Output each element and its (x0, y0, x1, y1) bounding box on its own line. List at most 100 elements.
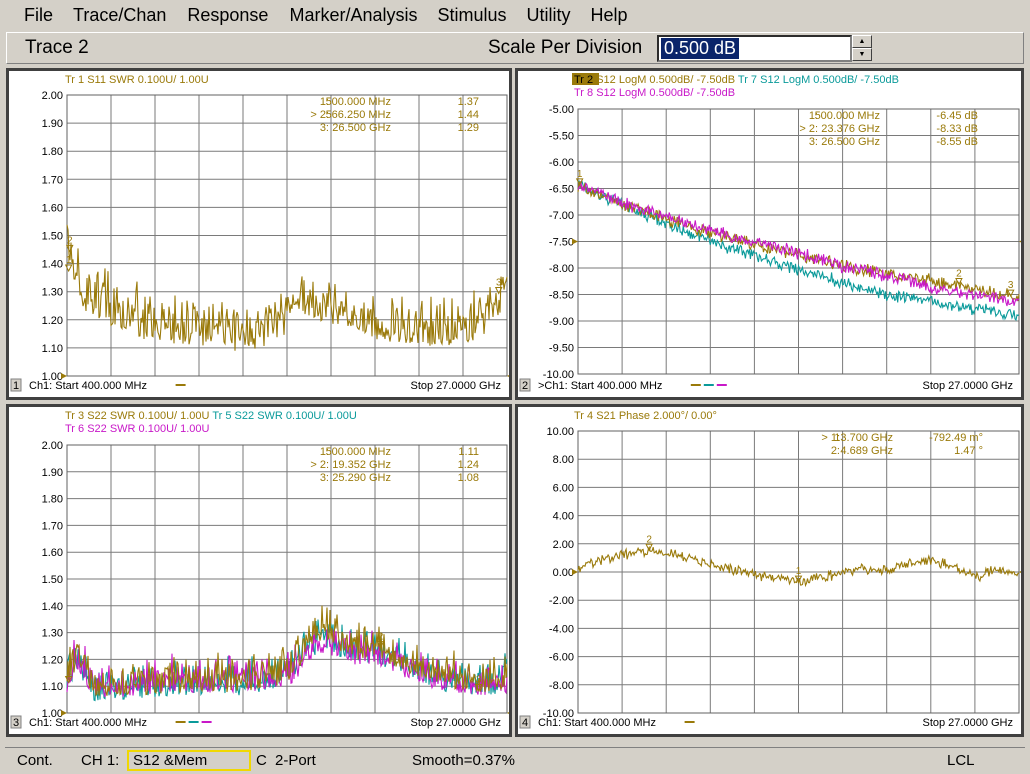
y-tick-label: 1.70 (42, 174, 63, 186)
y-tick-label: -7.50 (549, 237, 574, 249)
y-tick-label: 1.20 (42, 654, 63, 666)
y-tick-label: -6.50 (549, 184, 574, 196)
marker-readout-freq: 19.352 GHz (332, 459, 391, 471)
y-tick-label: 2.00 (553, 539, 574, 551)
marker-number: 2 (646, 534, 652, 545)
cal-set-indicator[interactable]: S12 &Mem (127, 750, 251, 771)
y-tick-label: -5.00 (549, 104, 574, 116)
status-bar: Cont. CH 1: S12 &Mem C 2-Port Smooth=0.3… (5, 747, 1025, 772)
trace-window-4[interactable]: Tr 4 S21 Phase 2.000°/ 0.00° 10.00 8.00 6.0… (515, 404, 1024, 737)
port-config: 2-Port (275, 752, 316, 769)
y-tick-label: 1.40 (42, 601, 63, 613)
stop-frequency: Stop 27.0000 GHz (410, 717, 501, 729)
marker-readout-value: 1.37 (458, 96, 479, 108)
y-tick-label: -7.00 (549, 210, 574, 222)
window-number: 2 (522, 380, 528, 392)
window-number: 1 (13, 380, 19, 392)
y-tick-label: -4.00 (549, 623, 574, 635)
active-trace-label: Trace 2 (25, 37, 89, 58)
y-tick-label: 1.80 (42, 146, 63, 158)
start-frequency: >Ch1: Start 400.000 MHz (538, 380, 662, 392)
marker-number: 1 (66, 255, 72, 266)
y-tick-label: 1.60 (42, 547, 63, 559)
y-tick-label: 2.00 (42, 90, 63, 102)
y-tick-label: 1.20 (42, 315, 63, 327)
marker-readout-value: 1.47 ° (954, 445, 983, 457)
menu-marker-analysis[interactable]: Marker/Analysis (289, 5, 427, 26)
marker-readout-id: 3: (809, 136, 818, 148)
spin-up-arrow-icon[interactable]: ▲ (852, 35, 872, 48)
y-tick-label: -5.50 (549, 131, 574, 143)
menu-utility[interactable]: Utility (527, 5, 581, 26)
marker-readout-freq: 26.500 GHz (821, 136, 880, 148)
trace-title: Tr 4 S21 Phase 2.000°/ 0.00° (574, 410, 717, 422)
marker-readout-id: 3: (320, 122, 329, 134)
y-tick-label: 1.30 (42, 628, 63, 640)
marker-readout-value: -8.33 dB (936, 123, 978, 135)
cal-set-label: S12 &Mem (133, 752, 208, 769)
y-tick-label: 1.10 (42, 681, 63, 693)
start-frequency: Ch1: Start 400.000 MHz (29, 717, 147, 729)
marker-number: 3 (496, 278, 502, 289)
trace-title: Tr 8 S12 LogM 0.500dB/ -7.50dB (574, 87, 735, 99)
scale-per-division-label: Scale Per Division (488, 37, 643, 58)
smoothing-indicator: Smooth=0.37% (412, 752, 515, 769)
trace-window-3[interactable]: Tr 3 S22 SWR 0.100U/ 1.00U Tr 5 S22 SWR … (6, 404, 512, 737)
reference-level-marker (61, 710, 67, 716)
marker-readout-value: 1.44 (458, 109, 479, 121)
menu-trace-chan[interactable]: Trace/Chan (73, 5, 176, 26)
y-tick-label: -6.00 (549, 157, 574, 169)
trace-window-4-plot: Tr 4 S21 Phase 2.000°/ 0.00°10.008.006.0… (519, 410, 1021, 729)
scale-spinner[interactable]: ▲ ▼ (852, 35, 872, 62)
trace-title: Tr 3 S22 SWR 0.100U/ 1.00U Tr 5 S22 SWR … (65, 410, 357, 422)
marker-readout-value: -8.55 dB (936, 136, 978, 148)
y-tick-label: 1.10 (42, 343, 63, 355)
start-frequency: Ch1: Start 400.000 MHz (29, 380, 147, 392)
marker-number: 3 (476, 675, 482, 686)
menu-stimulus[interactable]: Stimulus (437, 5, 516, 26)
remote-status: LCL (947, 752, 975, 769)
y-tick-label: 1.90 (42, 118, 63, 130)
marker-readout-id: 2: (831, 445, 840, 457)
marker-readout-freq: 500.000 MHz (815, 110, 880, 122)
window-number: 4 (522, 717, 528, 729)
y-tick-label: 1.90 (42, 467, 63, 479)
trace-window-2-plot: Tr 2 S12 LogM 0.500dB/ -7.50dB Tr 7 S12 … (519, 73, 1021, 392)
scale-per-division-input[interactable]: 0.500 dB (657, 35, 852, 62)
active-channel: CH 1: (81, 752, 120, 769)
start-frequency: Ch1: Start 400.000 MHz (538, 717, 656, 729)
marker-readout-value: 1.08 (458, 472, 479, 484)
y-tick-label: -8.50 (549, 290, 574, 302)
menu-file[interactable]: File (24, 5, 63, 26)
trace-title: Tr 1 S11 SWR 0.100U/ 1.00U (65, 74, 209, 86)
sweep-mode: Cont. (17, 752, 53, 769)
marker-number: 2 (67, 235, 73, 246)
cal-flag: C (256, 752, 267, 769)
marker-number: 2 (378, 632, 384, 643)
marker-readout-freq: 566.250 MHz (326, 109, 391, 121)
y-tick-label: -6.00 (549, 652, 574, 664)
marker-readout-id: 3: (320, 472, 329, 484)
marker-number: 2 (956, 268, 962, 279)
y-tick-label: 1.80 (42, 494, 63, 506)
trace-window-2[interactable]: Tr 2 S12 LogM 0.500dB/ -7.50dB Tr 7 S12 … (515, 68, 1024, 400)
menu-response[interactable]: Response (187, 5, 278, 26)
y-tick-label: -8.00 (549, 263, 574, 275)
reference-level-marker (572, 238, 578, 245)
menu-help[interactable]: Help (591, 5, 638, 26)
y-tick-label: 1.70 (42, 520, 63, 532)
trace-window-1[interactable]: Tr 1 S11 SWR 0.100U/ 1.00U 2.00 1.90 1.80 1.… (6, 68, 512, 400)
y-tick-label: 1.50 (42, 574, 63, 586)
reference-level-marker (61, 373, 67, 379)
window-number: 3 (13, 717, 19, 729)
marker-readout-value: 1.11 (458, 446, 479, 458)
marker-readout-freq: 25.290 GHz (332, 472, 391, 484)
marker-number: 1 (66, 667, 72, 678)
y-tick-label: 8.00 (553, 454, 574, 466)
reference-level-marker (572, 569, 578, 575)
stop-frequency: Stop 27.0000 GHz (410, 380, 501, 392)
marker-readout-freq: 23.376 GHz (821, 123, 880, 135)
spin-down-arrow-icon[interactable]: ▼ (852, 48, 872, 61)
y-tick-label: 1.40 (42, 259, 63, 271)
marker-readout-freq: 500.000 MHz (326, 446, 391, 458)
